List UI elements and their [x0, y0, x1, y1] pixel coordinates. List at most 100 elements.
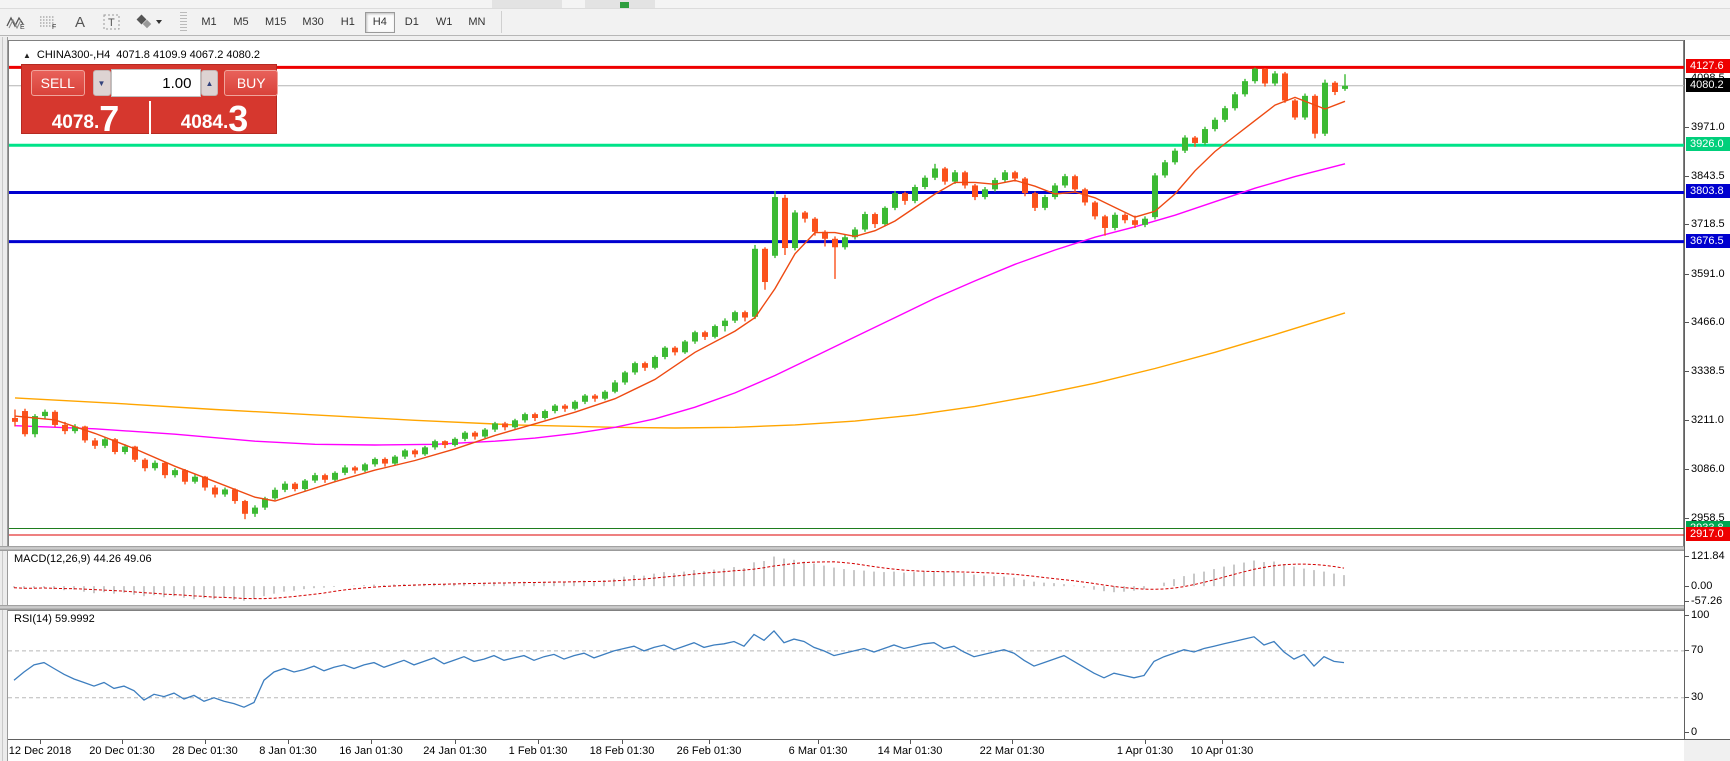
svg-text:E: E	[20, 24, 25, 30]
candle-body	[512, 420, 518, 427]
candle-body	[602, 392, 608, 399]
rsi-tick-label: 0	[1691, 726, 1730, 739]
price-tick-label: 3338.5	[1691, 365, 1730, 378]
candle-body	[1102, 216, 1108, 228]
elliott-wave-tool-button[interactable]: E	[1, 11, 31, 34]
candle-body	[552, 406, 558, 411]
chart-left-border	[0, 37, 8, 761]
shapes-tool-button[interactable]	[129, 11, 169, 34]
symbol-period-label: CHINA300-,H4	[37, 49, 110, 61]
price-tick-mark	[1685, 322, 1689, 323]
buy-price-display[interactable]: 4084. 3	[151, 101, 278, 135]
candle-body	[482, 430, 488, 437]
timeframe-m5-button[interactable]: M5	[226, 12, 256, 33]
candle-body	[1002, 172, 1008, 180]
candle-body	[672, 348, 678, 353]
sell-price-display[interactable]: 4078. 7	[22, 101, 151, 135]
price-tick-label: 3718.5	[1691, 218, 1730, 231]
time-tick-mark	[709, 740, 710, 744]
volume-input[interactable]	[111, 69, 201, 97]
candle-body	[802, 212, 808, 218]
buy-button[interactable]: BUY	[224, 70, 278, 96]
time-axis[interactable]: 12 Dec 201820 Dec 01:3028 Dec 01:308 Jan…	[8, 739, 1684, 761]
candle-body	[562, 406, 568, 409]
candle-body	[232, 489, 238, 501]
clipped-green-icon	[620, 2, 629, 9]
candle-body	[1272, 73, 1278, 83]
rsi-tick-mark	[1685, 615, 1689, 616]
candle-body	[12, 418, 18, 422]
text-label-tool-button[interactable]: T	[97, 11, 127, 34]
toolbar-grip[interactable]	[180, 12, 187, 32]
time-tick-label: 14 Mar 01:30	[878, 745, 943, 757]
time-tick-label: 1 Feb 01:30	[509, 745, 568, 757]
rsi-canvas[interactable]	[8, 611, 1684, 740]
fibonacci-tool-button[interactable]: F	[33, 11, 63, 34]
rsi-tick-label: 30	[1691, 691, 1730, 704]
time-tick-label: 16 Jan 01:30	[339, 745, 403, 757]
macd-canvas[interactable]	[8, 551, 1684, 605]
candle-body	[752, 249, 758, 317]
rsi-tick-label: 100	[1691, 609, 1730, 622]
timeframe-mn-button[interactable]: MN	[461, 12, 492, 33]
current-price-price-label: 4080.2	[1686, 78, 1730, 92]
candle-body	[532, 414, 538, 418]
time-tick-label: 12 Dec 2018	[9, 745, 71, 757]
candle-body	[772, 197, 778, 256]
candle-body	[632, 363, 638, 372]
candle-body	[942, 168, 948, 181]
arrow-text-tool-button[interactable]: A	[65, 11, 95, 34]
candle-body	[102, 439, 108, 446]
one-click-trading-panel: SELL ▼ ▲ BUY 4078. 7 4084. 3	[21, 64, 277, 134]
timeframe-h1-button[interactable]: H1	[333, 12, 363, 33]
collapse-chart-icon[interactable]: ▲	[23, 51, 31, 60]
candle-body	[832, 239, 838, 247]
timeframe-d1-button[interactable]: D1	[397, 12, 427, 33]
main-chart-pane[interactable]: ▲ CHINA300-,H4 4071.8 4109.9 4067.2 4080…	[8, 40, 1684, 546]
sell-button[interactable]: SELL	[31, 70, 85, 96]
rsi-indicator-label: RSI(14) 59.9992	[14, 613, 95, 625]
candle-body	[242, 501, 248, 514]
timeframe-w1-button[interactable]: W1	[429, 12, 460, 33]
candle-body	[412, 450, 418, 454]
candle-body	[472, 433, 478, 437]
candle-body	[362, 464, 368, 470]
candle-body	[932, 168, 938, 177]
candle-body	[142, 460, 148, 468]
volume-increase-button[interactable]: ▲	[201, 70, 219, 96]
candle-body	[792, 212, 798, 248]
candle-body	[442, 441, 448, 445]
candle-body	[872, 214, 878, 224]
timeframe-m15-button[interactable]: M15	[258, 12, 293, 33]
candle-body	[1312, 96, 1318, 134]
price-axis[interactable]: 4098.53971.03843.53718.53591.03466.03338…	[1684, 40, 1730, 739]
candle-body	[392, 457, 398, 464]
candle-body	[692, 332, 698, 341]
timeframe-m1-button[interactable]: M1	[194, 12, 224, 33]
rsi-pane[interactable]: RSI(14) 59.9992	[8, 610, 1684, 739]
candle-body	[1242, 81, 1248, 94]
level-price-label: 2917.0	[1686, 527, 1730, 541]
time-tick-mark	[1012, 740, 1013, 744]
rsi-tick-mark	[1685, 697, 1689, 698]
price-tick-label: 3843.5	[1691, 170, 1730, 183]
timeframe-m30-button[interactable]: M30	[295, 12, 330, 33]
candle-body	[1052, 185, 1058, 197]
time-tick-label: 28 Dec 01:30	[172, 745, 237, 757]
timeframe-h4-button[interactable]: H4	[365, 12, 395, 33]
candle-body	[372, 459, 378, 464]
price-tick-label: 3211.0	[1691, 414, 1730, 427]
candle-body	[922, 178, 928, 187]
candle-body	[42, 412, 48, 416]
macd-pane[interactable]: MACD(12,26,9) 44.26 49.06	[8, 551, 1684, 605]
candle-body	[162, 463, 168, 475]
macd-tick-label: 121.84	[1691, 550, 1730, 563]
candle-body	[1032, 193, 1038, 208]
ohlc-values: 4071.8 4109.9 4067.2 4080.2	[116, 49, 260, 61]
price-tick-mark	[1685, 469, 1689, 470]
candle-body	[582, 396, 588, 402]
candle-body	[612, 382, 618, 391]
price-tick-mark	[1685, 518, 1689, 519]
time-tick-label: 20 Dec 01:30	[89, 745, 154, 757]
volume-decrease-button[interactable]: ▼	[93, 70, 111, 96]
